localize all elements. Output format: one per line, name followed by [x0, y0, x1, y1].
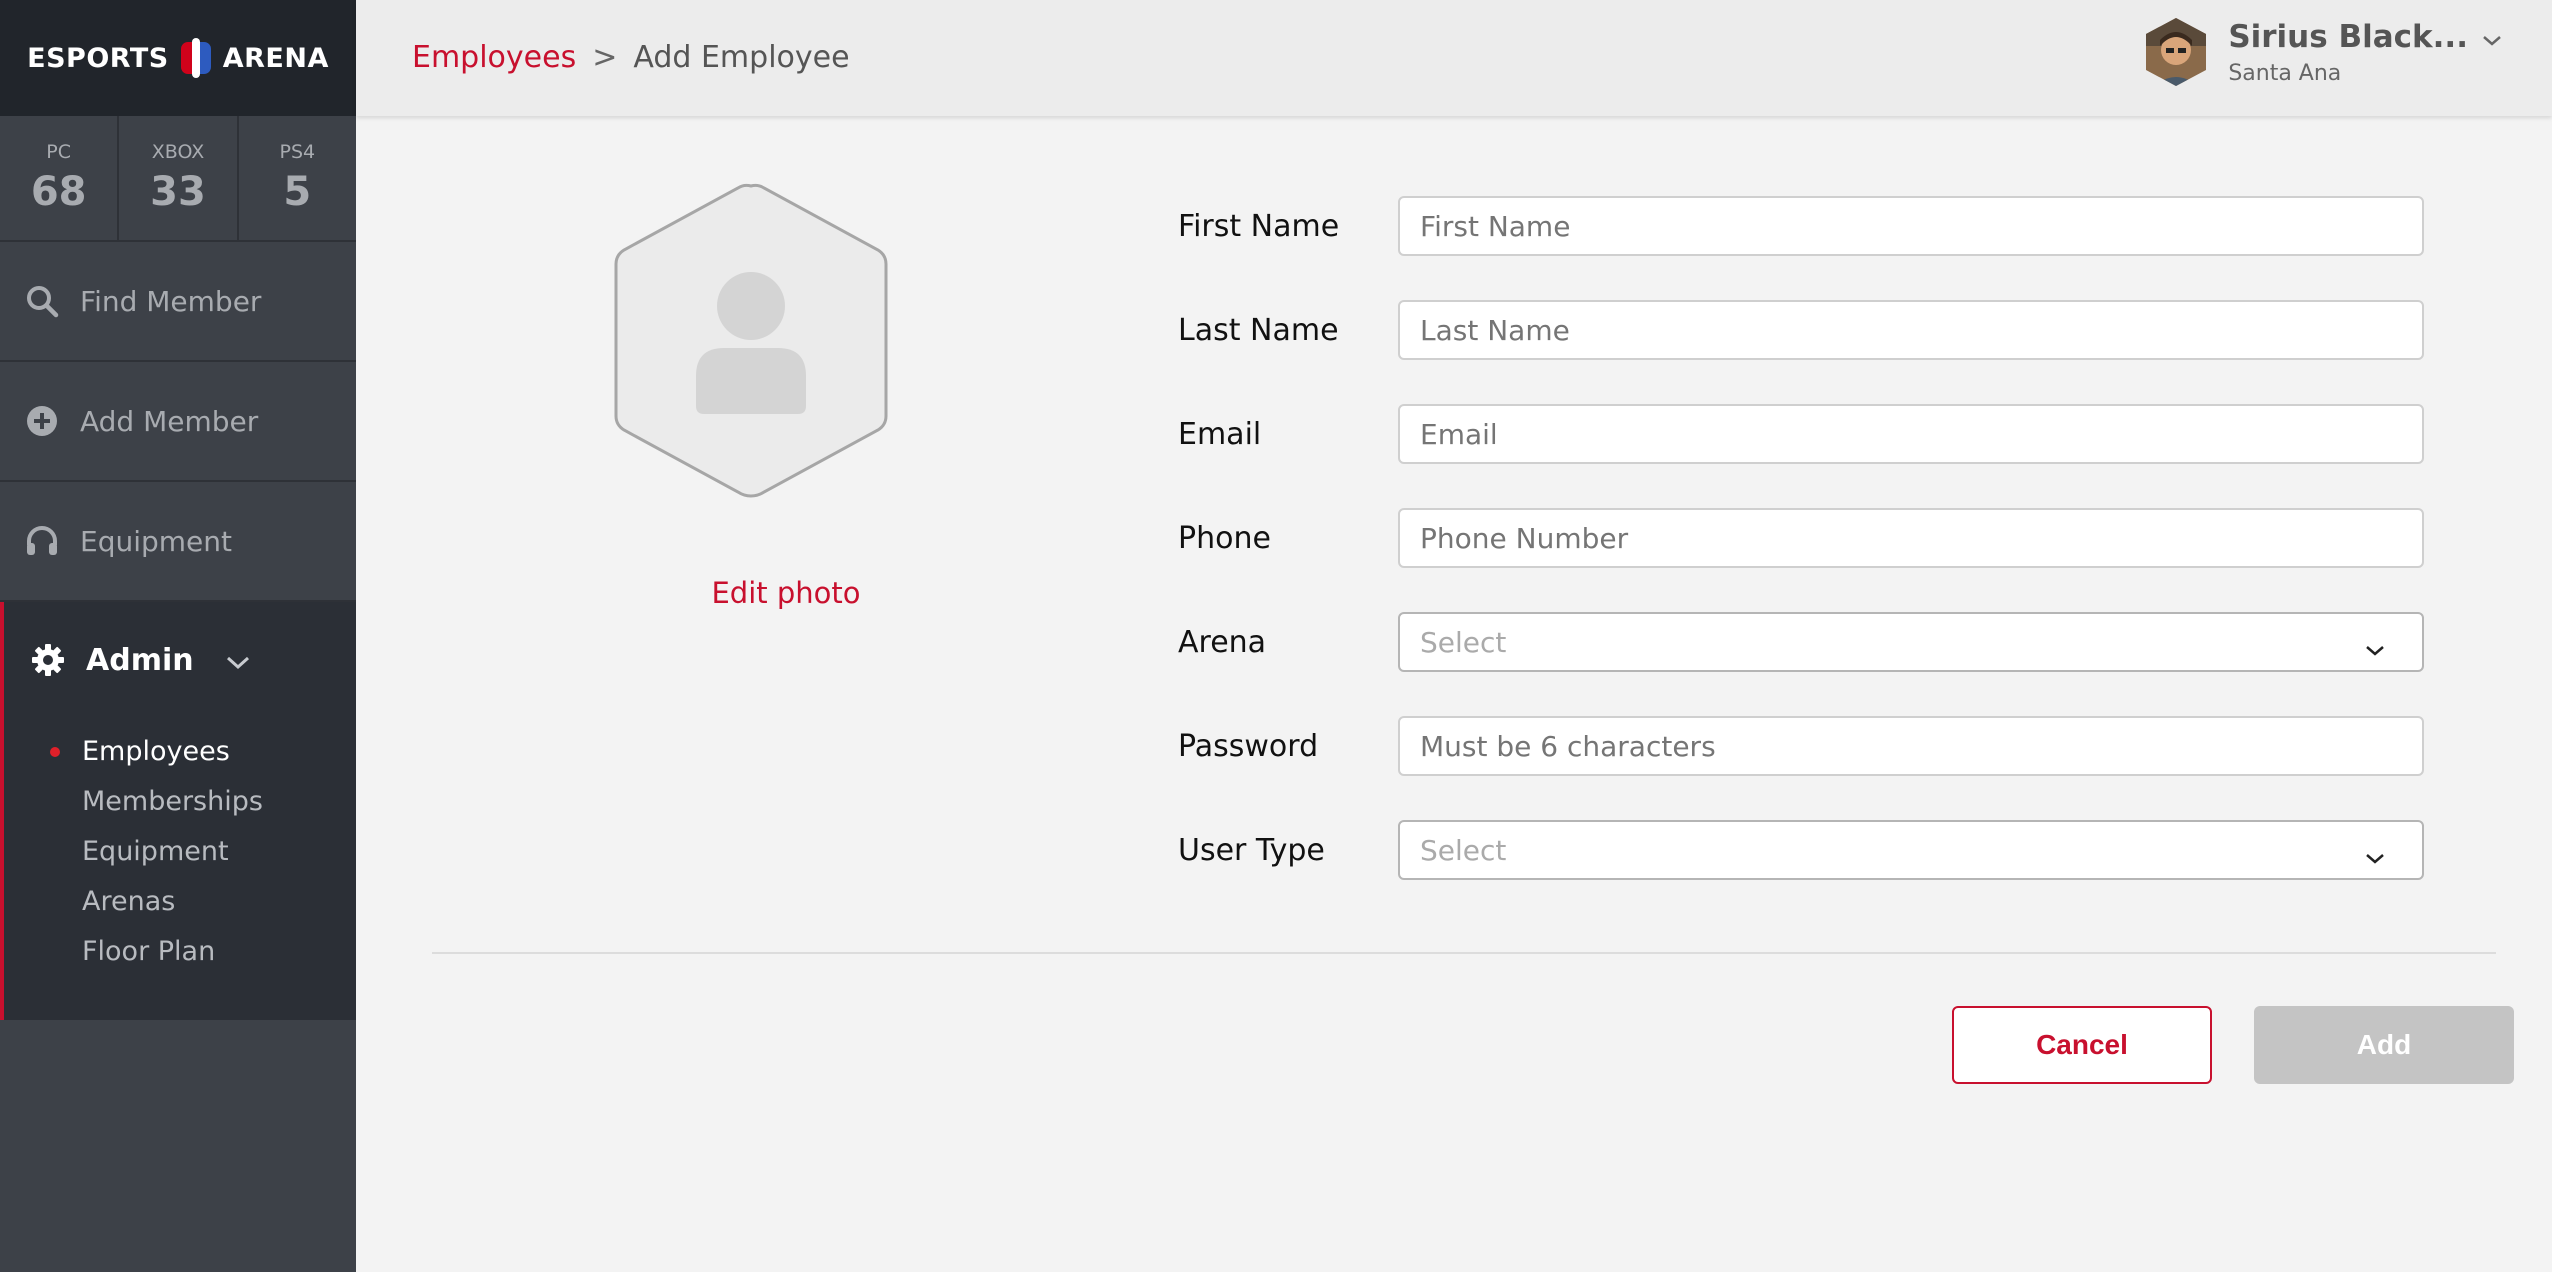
- last-name-field[interactable]: [1398, 300, 2424, 360]
- stat-pc: PC 68: [0, 116, 120, 240]
- brand-left-text: ESPORTS: [27, 42, 169, 74]
- search-icon: [24, 283, 60, 319]
- phone-row: Phone: [1178, 508, 2478, 568]
- user-type-row: User Type Select: [1178, 820, 2478, 880]
- stat-ps4: PS4 5: [239, 116, 356, 240]
- last-name-row: Last Name: [1178, 300, 2478, 360]
- arena-label: Arena: [1178, 624, 1267, 660]
- sidebar-item-add-member[interactable]: Add Member: [0, 362, 356, 482]
- breadcrumb-employees-link[interactable]: Employees: [412, 40, 576, 75]
- admin-section: Admin Employees Memberships Equipment Ar…: [0, 602, 356, 1020]
- submenu-item-equipment[interactable]: Equipment: [4, 826, 356, 876]
- main-content: Edit photo First Name Last Name Email Ph…: [356, 116, 2552, 1272]
- top-header: Employees > Add Employee Sirius Black...…: [356, 0, 2552, 116]
- arena-row: Arena Select: [1178, 612, 2478, 672]
- profile-photo-placeholder[interactable]: [606, 180, 896, 500]
- submenu-item-memberships[interactable]: Memberships: [4, 776, 356, 826]
- add-button[interactable]: Add: [2254, 1006, 2514, 1084]
- logo-icon: [177, 38, 215, 78]
- user-location: Santa Ana: [2228, 60, 2342, 86]
- last-name-label: Last Name: [1178, 312, 1339, 348]
- phone-label: Phone: [1178, 520, 1271, 556]
- submenu-item-employees[interactable]: Employees: [4, 726, 356, 776]
- phone-field[interactable]: [1398, 508, 2424, 568]
- edit-photo-link[interactable]: Edit photo: [686, 576, 886, 610]
- plus-circle-icon: [24, 403, 60, 439]
- stat-label: PS4: [279, 141, 316, 163]
- user-type-select-value: Select: [1420, 833, 1507, 867]
- first-name-field[interactable]: [1398, 196, 2424, 256]
- chevron-down-icon: [2482, 19, 2502, 55]
- chevron-down-icon: [2364, 632, 2386, 665]
- email-field[interactable]: [1398, 404, 2424, 464]
- user-type-select[interactable]: Select: [1398, 820, 2424, 880]
- admin-submenu: Employees Memberships Equipment Arenas F…: [4, 718, 356, 976]
- sidebar-item-label: Find Member: [80, 284, 262, 318]
- breadcrumb: Employees > Add Employee: [412, 40, 850, 75]
- stat-value: 5: [283, 169, 312, 215]
- user-name: Sirius Black...: [2228, 18, 2468, 55]
- sidebar-item-equipment[interactable]: Equipment: [0, 482, 356, 602]
- breadcrumb-current: Add Employee: [633, 40, 850, 75]
- headphones-icon: [24, 523, 60, 559]
- brand-right-text: ARENA: [222, 42, 329, 74]
- stat-value: 33: [150, 169, 206, 215]
- sidebar-item-label: Equipment: [80, 524, 232, 558]
- chevron-down-icon: [2364, 840, 2386, 873]
- stat-xbox: XBOX 33: [119, 116, 239, 240]
- cancel-button[interactable]: Cancel: [1952, 1006, 2212, 1084]
- user-menu[interactable]: Sirius Black... Santa Ana: [2142, 16, 2502, 88]
- platform-stats: PC 68 XBOX 33 PS4 5: [0, 116, 356, 242]
- stat-label: XBOX: [151, 141, 205, 163]
- first-name-row: First Name: [1178, 196, 2478, 256]
- arena-select-value: Select: [1420, 625, 1507, 659]
- password-field[interactable]: [1398, 716, 2424, 776]
- brand-logo[interactable]: ESPORTS ARENA: [0, 0, 356, 116]
- stat-label: PC: [46, 141, 72, 163]
- password-label: Password: [1178, 728, 1319, 764]
- arena-select[interactable]: Select: [1398, 612, 2424, 672]
- gear-icon: [30, 642, 66, 678]
- sidebar: ESPORTS ARENA PC 68 XBOX 33 PS4 5 Find M…: [0, 0, 356, 1272]
- form-divider: [432, 952, 2496, 954]
- password-row: Password: [1178, 716, 2478, 776]
- sidebar-item-label: Add Member: [80, 404, 259, 438]
- chevron-down-icon: [226, 643, 250, 678]
- email-label: Email: [1178, 416, 1262, 452]
- email-row: Email: [1178, 404, 2478, 464]
- submenu-item-floor-plan[interactable]: Floor Plan: [4, 926, 356, 976]
- user-info: Sirius Black... Santa Ana: [2228, 19, 2502, 86]
- sidebar-item-find-member[interactable]: Find Member: [0, 242, 356, 362]
- breadcrumb-separator: >: [592, 40, 618, 75]
- sidebar-item-admin[interactable]: Admin: [4, 602, 356, 718]
- avatar[interactable]: [2142, 16, 2210, 88]
- submenu-item-arenas[interactable]: Arenas: [4, 876, 356, 926]
- stat-value: 68: [30, 169, 87, 215]
- first-name-label: First Name: [1178, 208, 1340, 244]
- user-type-label: User Type: [1178, 832, 1325, 868]
- sidebar-item-label: Admin: [86, 642, 194, 678]
- user-name-row[interactable]: Sirius Black...: [2228, 19, 2502, 55]
